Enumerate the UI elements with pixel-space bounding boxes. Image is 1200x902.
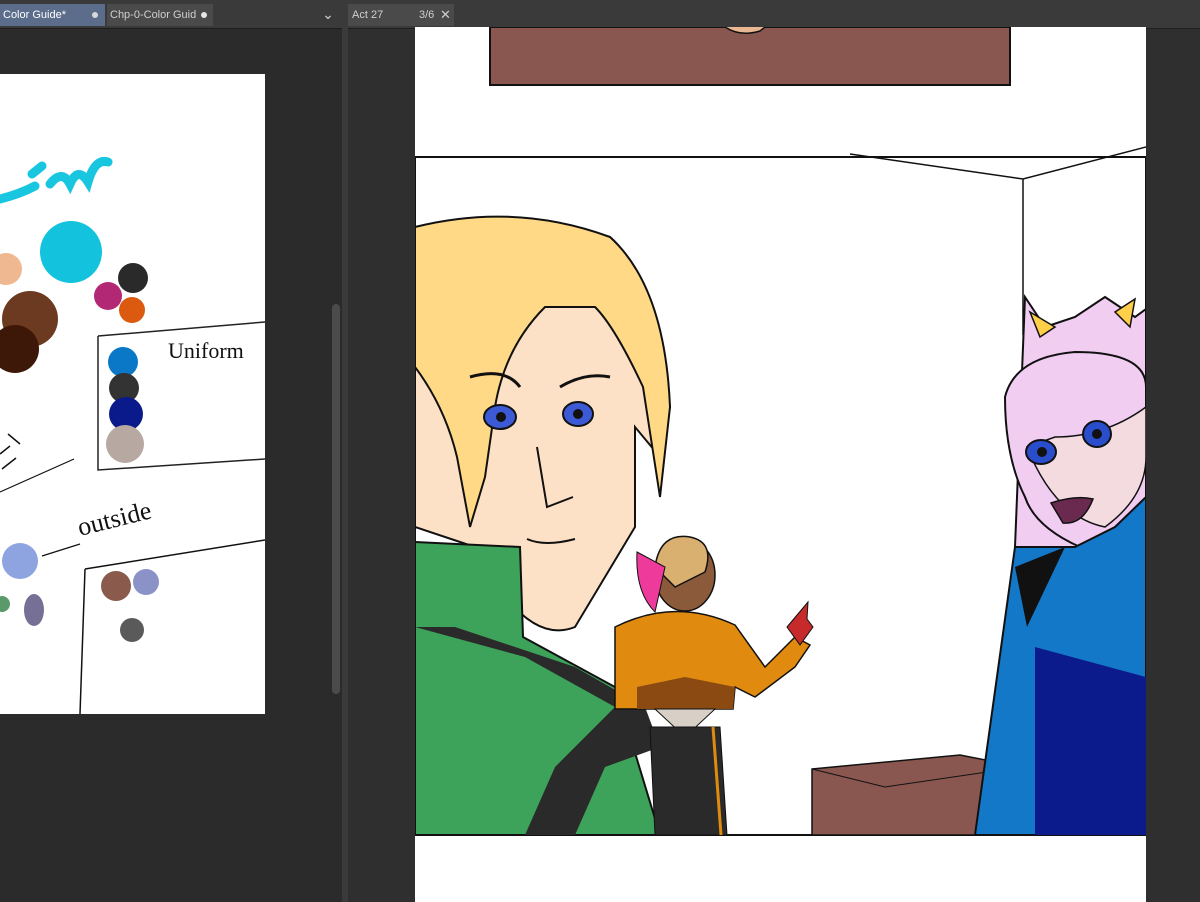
page-indicator: 3/6 (419, 9, 435, 21)
swatch-magenta (94, 282, 122, 310)
swatch-dark-grey (120, 618, 144, 642)
swatch-black (118, 263, 148, 293)
comic-artwork (415, 27, 1146, 836)
color-guide-canvas[interactable]: Uniform outside (0, 74, 265, 714)
tab-label: Act 27 (352, 9, 384, 21)
swatch-lavender (133, 569, 159, 595)
chevron-down-icon[interactable]: ⌄ (320, 5, 336, 23)
scrollbar-thumb[interactable] (332, 304, 340, 694)
dot-icon[interactable] (92, 12, 98, 18)
tab-label: Color Guide* (3, 9, 66, 21)
vertical-scrollbar[interactable] (330, 40, 342, 902)
swatch-green (0, 596, 10, 612)
left-tab-bar: Color Guide* Chp-0-Color Guid ⌄ (0, 0, 342, 29)
tab-color-guide[interactable]: Color Guide* (0, 4, 105, 26)
dot-icon[interactable] (201, 12, 207, 18)
swatch-rust (101, 571, 131, 601)
comic-page-canvas[interactable] (415, 27, 1146, 902)
tab-act-27[interactable]: Act 27 3/6 ✕ (348, 4, 454, 26)
uniform-label: Uniform (168, 338, 244, 363)
swatch-orange (119, 297, 145, 323)
swatch-taupe (106, 425, 144, 463)
swatch-cyan (40, 221, 102, 283)
swatch-periwinkle (2, 543, 38, 579)
swatch-slate (24, 594, 44, 626)
right-tab-bar: Act 27 3/6 ✕ (348, 0, 1200, 29)
swatch-blue (108, 347, 138, 377)
right-document-pane: Act 27 3/6 ✕ (348, 0, 1200, 902)
outside-label: outside (74, 496, 154, 542)
tab-chp-0-color-guide[interactable]: Chp-0-Color Guid (107, 4, 213, 26)
close-icon[interactable]: ✕ (440, 4, 451, 26)
tab-label: Chp-0-Color Guid (110, 9, 197, 21)
swatch-skin (0, 253, 22, 285)
left-document-pane: Color Guide* Chp-0-Color Guid ⌄ Uniform (0, 0, 342, 902)
color-guide-drawing: Uniform outside (0, 156, 265, 714)
